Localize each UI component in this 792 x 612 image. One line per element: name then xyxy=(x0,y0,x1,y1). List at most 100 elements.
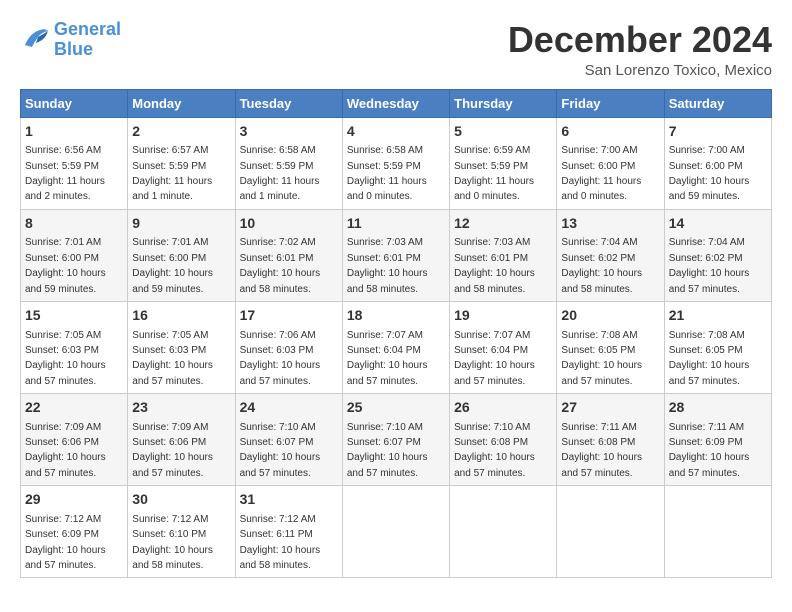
day-info: Sunrise: 7:10 AMSunset: 6:08 PMDaylight:… xyxy=(454,422,535,479)
day-info: Sunrise: 7:00 AMSunset: 6:00 PMDaylight:… xyxy=(669,145,750,202)
calendar-cell: 12 Sunrise: 7:03 AMSunset: 6:01 PMDaylig… xyxy=(450,209,557,301)
day-number: 4 xyxy=(347,122,445,142)
day-info: Sunrise: 7:07 AMSunset: 6:04 PMDaylight:… xyxy=(347,330,428,387)
day-number: 30 xyxy=(132,490,230,510)
calendar-cell: 6 Sunrise: 7:00 AMSunset: 6:00 PMDayligh… xyxy=(557,117,664,209)
day-info: Sunrise: 7:08 AMSunset: 6:05 PMDaylight:… xyxy=(561,330,642,387)
day-number: 11 xyxy=(347,214,445,234)
calendar-cell: 19 Sunrise: 7:07 AMSunset: 6:04 PMDaylig… xyxy=(450,301,557,393)
month-title: December 2024 xyxy=(508,20,772,60)
day-info: Sunrise: 6:59 AMSunset: 5:59 PMDaylight:… xyxy=(454,145,534,202)
day-number: 25 xyxy=(347,398,445,418)
calendar-cell: 17 Sunrise: 7:06 AMSunset: 6:03 PMDaylig… xyxy=(235,301,342,393)
day-info: Sunrise: 7:09 AMSunset: 6:06 PMDaylight:… xyxy=(132,422,213,479)
day-info: Sunrise: 7:07 AMSunset: 6:04 PMDaylight:… xyxy=(454,330,535,387)
title-section: December 2024 San Lorenzo Toxico, Mexico xyxy=(508,20,772,79)
day-number: 21 xyxy=(669,306,767,326)
day-number: 16 xyxy=(132,306,230,326)
calendar-cell: 11 Sunrise: 7:03 AMSunset: 6:01 PMDaylig… xyxy=(342,209,449,301)
day-number: 2 xyxy=(132,122,230,142)
header-cell-tuesday: Tuesday xyxy=(235,89,342,117)
day-number: 19 xyxy=(454,306,552,326)
day-info: Sunrise: 7:05 AMSunset: 6:03 PMDaylight:… xyxy=(132,330,213,387)
day-number: 18 xyxy=(347,306,445,326)
calendar-cell xyxy=(342,486,449,578)
day-info: Sunrise: 7:10 AMSunset: 6:07 PMDaylight:… xyxy=(347,422,428,479)
day-info: Sunrise: 7:08 AMSunset: 6:05 PMDaylight:… xyxy=(669,330,750,387)
day-number: 27 xyxy=(561,398,659,418)
calendar-week-row: 29 Sunrise: 7:12 AMSunset: 6:09 PMDaylig… xyxy=(21,486,772,578)
day-number: 8 xyxy=(25,214,123,234)
logo-text: General Blue xyxy=(54,20,121,60)
day-number: 20 xyxy=(561,306,659,326)
day-number: 26 xyxy=(454,398,552,418)
day-number: 6 xyxy=(561,122,659,142)
day-info: Sunrise: 6:57 AMSunset: 5:59 PMDaylight:… xyxy=(132,145,212,202)
day-info: Sunrise: 7:12 AMSunset: 6:11 PMDaylight:… xyxy=(240,514,321,571)
calendar-cell: 13 Sunrise: 7:04 AMSunset: 6:02 PMDaylig… xyxy=(557,209,664,301)
calendar-table: SundayMondayTuesdayWednesdayThursdayFrid… xyxy=(20,89,772,579)
calendar-cell: 4 Sunrise: 6:58 AMSunset: 5:59 PMDayligh… xyxy=(342,117,449,209)
day-number: 22 xyxy=(25,398,123,418)
calendar-cell: 16 Sunrise: 7:05 AMSunset: 6:03 PMDaylig… xyxy=(128,301,235,393)
calendar-cell: 14 Sunrise: 7:04 AMSunset: 6:02 PMDaylig… xyxy=(664,209,771,301)
day-info: Sunrise: 7:05 AMSunset: 6:03 PMDaylight:… xyxy=(25,330,106,387)
day-number: 9 xyxy=(132,214,230,234)
header-cell-saturday: Saturday xyxy=(664,89,771,117)
day-number: 29 xyxy=(25,490,123,510)
calendar-cell: 22 Sunrise: 7:09 AMSunset: 6:06 PMDaylig… xyxy=(21,394,128,486)
header-cell-thursday: Thursday xyxy=(450,89,557,117)
calendar-week-row: 15 Sunrise: 7:05 AMSunset: 6:03 PMDaylig… xyxy=(21,301,772,393)
day-number: 17 xyxy=(240,306,338,326)
calendar-cell: 26 Sunrise: 7:10 AMSunset: 6:08 PMDaylig… xyxy=(450,394,557,486)
day-info: Sunrise: 7:01 AMSunset: 6:00 PMDaylight:… xyxy=(25,237,106,294)
day-number: 24 xyxy=(240,398,338,418)
calendar-week-row: 22 Sunrise: 7:09 AMSunset: 6:06 PMDaylig… xyxy=(21,394,772,486)
calendar-cell: 24 Sunrise: 7:10 AMSunset: 6:07 PMDaylig… xyxy=(235,394,342,486)
header-cell-monday: Monday xyxy=(128,89,235,117)
calendar-cell: 2 Sunrise: 6:57 AMSunset: 5:59 PMDayligh… xyxy=(128,117,235,209)
day-info: Sunrise: 7:12 AMSunset: 6:10 PMDaylight:… xyxy=(132,514,213,571)
day-info: Sunrise: 7:06 AMSunset: 6:03 PMDaylight:… xyxy=(240,330,321,387)
calendar-cell: 30 Sunrise: 7:12 AMSunset: 6:10 PMDaylig… xyxy=(128,486,235,578)
day-info: Sunrise: 7:01 AMSunset: 6:00 PMDaylight:… xyxy=(132,237,213,294)
calendar-cell: 25 Sunrise: 7:10 AMSunset: 6:07 PMDaylig… xyxy=(342,394,449,486)
day-number: 31 xyxy=(240,490,338,510)
day-info: Sunrise: 7:00 AMSunset: 6:00 PMDaylight:… xyxy=(561,145,641,202)
day-number: 10 xyxy=(240,214,338,234)
calendar-cell: 23 Sunrise: 7:09 AMSunset: 6:06 PMDaylig… xyxy=(128,394,235,486)
logo: General Blue xyxy=(20,20,121,60)
day-number: 14 xyxy=(669,214,767,234)
day-number: 7 xyxy=(669,122,767,142)
day-info: Sunrise: 7:04 AMSunset: 6:02 PMDaylight:… xyxy=(561,237,642,294)
day-number: 12 xyxy=(454,214,552,234)
logo-icon xyxy=(20,25,50,55)
calendar-body: 1 Sunrise: 6:56 AMSunset: 5:59 PMDayligh… xyxy=(21,117,772,578)
day-info: Sunrise: 7:03 AMSunset: 6:01 PMDaylight:… xyxy=(347,237,428,294)
calendar-cell: 5 Sunrise: 6:59 AMSunset: 5:59 PMDayligh… xyxy=(450,117,557,209)
calendar-cell: 9 Sunrise: 7:01 AMSunset: 6:00 PMDayligh… xyxy=(128,209,235,301)
calendar-week-row: 1 Sunrise: 6:56 AMSunset: 5:59 PMDayligh… xyxy=(21,117,772,209)
day-number: 23 xyxy=(132,398,230,418)
header-cell-friday: Friday xyxy=(557,89,664,117)
calendar-cell: 27 Sunrise: 7:11 AMSunset: 6:08 PMDaylig… xyxy=(557,394,664,486)
day-info: Sunrise: 7:04 AMSunset: 6:02 PMDaylight:… xyxy=(669,237,750,294)
calendar-cell: 21 Sunrise: 7:08 AMSunset: 6:05 PMDaylig… xyxy=(664,301,771,393)
day-info: Sunrise: 6:58 AMSunset: 5:59 PMDaylight:… xyxy=(240,145,320,202)
calendar-cell: 10 Sunrise: 7:02 AMSunset: 6:01 PMDaylig… xyxy=(235,209,342,301)
day-number: 1 xyxy=(25,122,123,142)
day-info: Sunrise: 7:02 AMSunset: 6:01 PMDaylight:… xyxy=(240,237,321,294)
calendar-cell xyxy=(450,486,557,578)
calendar-cell: 20 Sunrise: 7:08 AMSunset: 6:05 PMDaylig… xyxy=(557,301,664,393)
calendar-cell: 29 Sunrise: 7:12 AMSunset: 6:09 PMDaylig… xyxy=(21,486,128,578)
calendar-cell xyxy=(664,486,771,578)
page-header: General Blue December 2024 San Lorenzo T… xyxy=(20,20,772,79)
day-info: Sunrise: 7:12 AMSunset: 6:09 PMDaylight:… xyxy=(25,514,106,571)
day-info: Sunrise: 6:56 AMSunset: 5:59 PMDaylight:… xyxy=(25,145,105,202)
calendar-header-row: SundayMondayTuesdayWednesdayThursdayFrid… xyxy=(21,89,772,117)
calendar-cell: 28 Sunrise: 7:11 AMSunset: 6:09 PMDaylig… xyxy=(664,394,771,486)
calendar-week-row: 8 Sunrise: 7:01 AMSunset: 6:00 PMDayligh… xyxy=(21,209,772,301)
day-info: Sunrise: 6:58 AMSunset: 5:59 PMDaylight:… xyxy=(347,145,427,202)
calendar-cell: 3 Sunrise: 6:58 AMSunset: 5:59 PMDayligh… xyxy=(235,117,342,209)
calendar-cell: 15 Sunrise: 7:05 AMSunset: 6:03 PMDaylig… xyxy=(21,301,128,393)
